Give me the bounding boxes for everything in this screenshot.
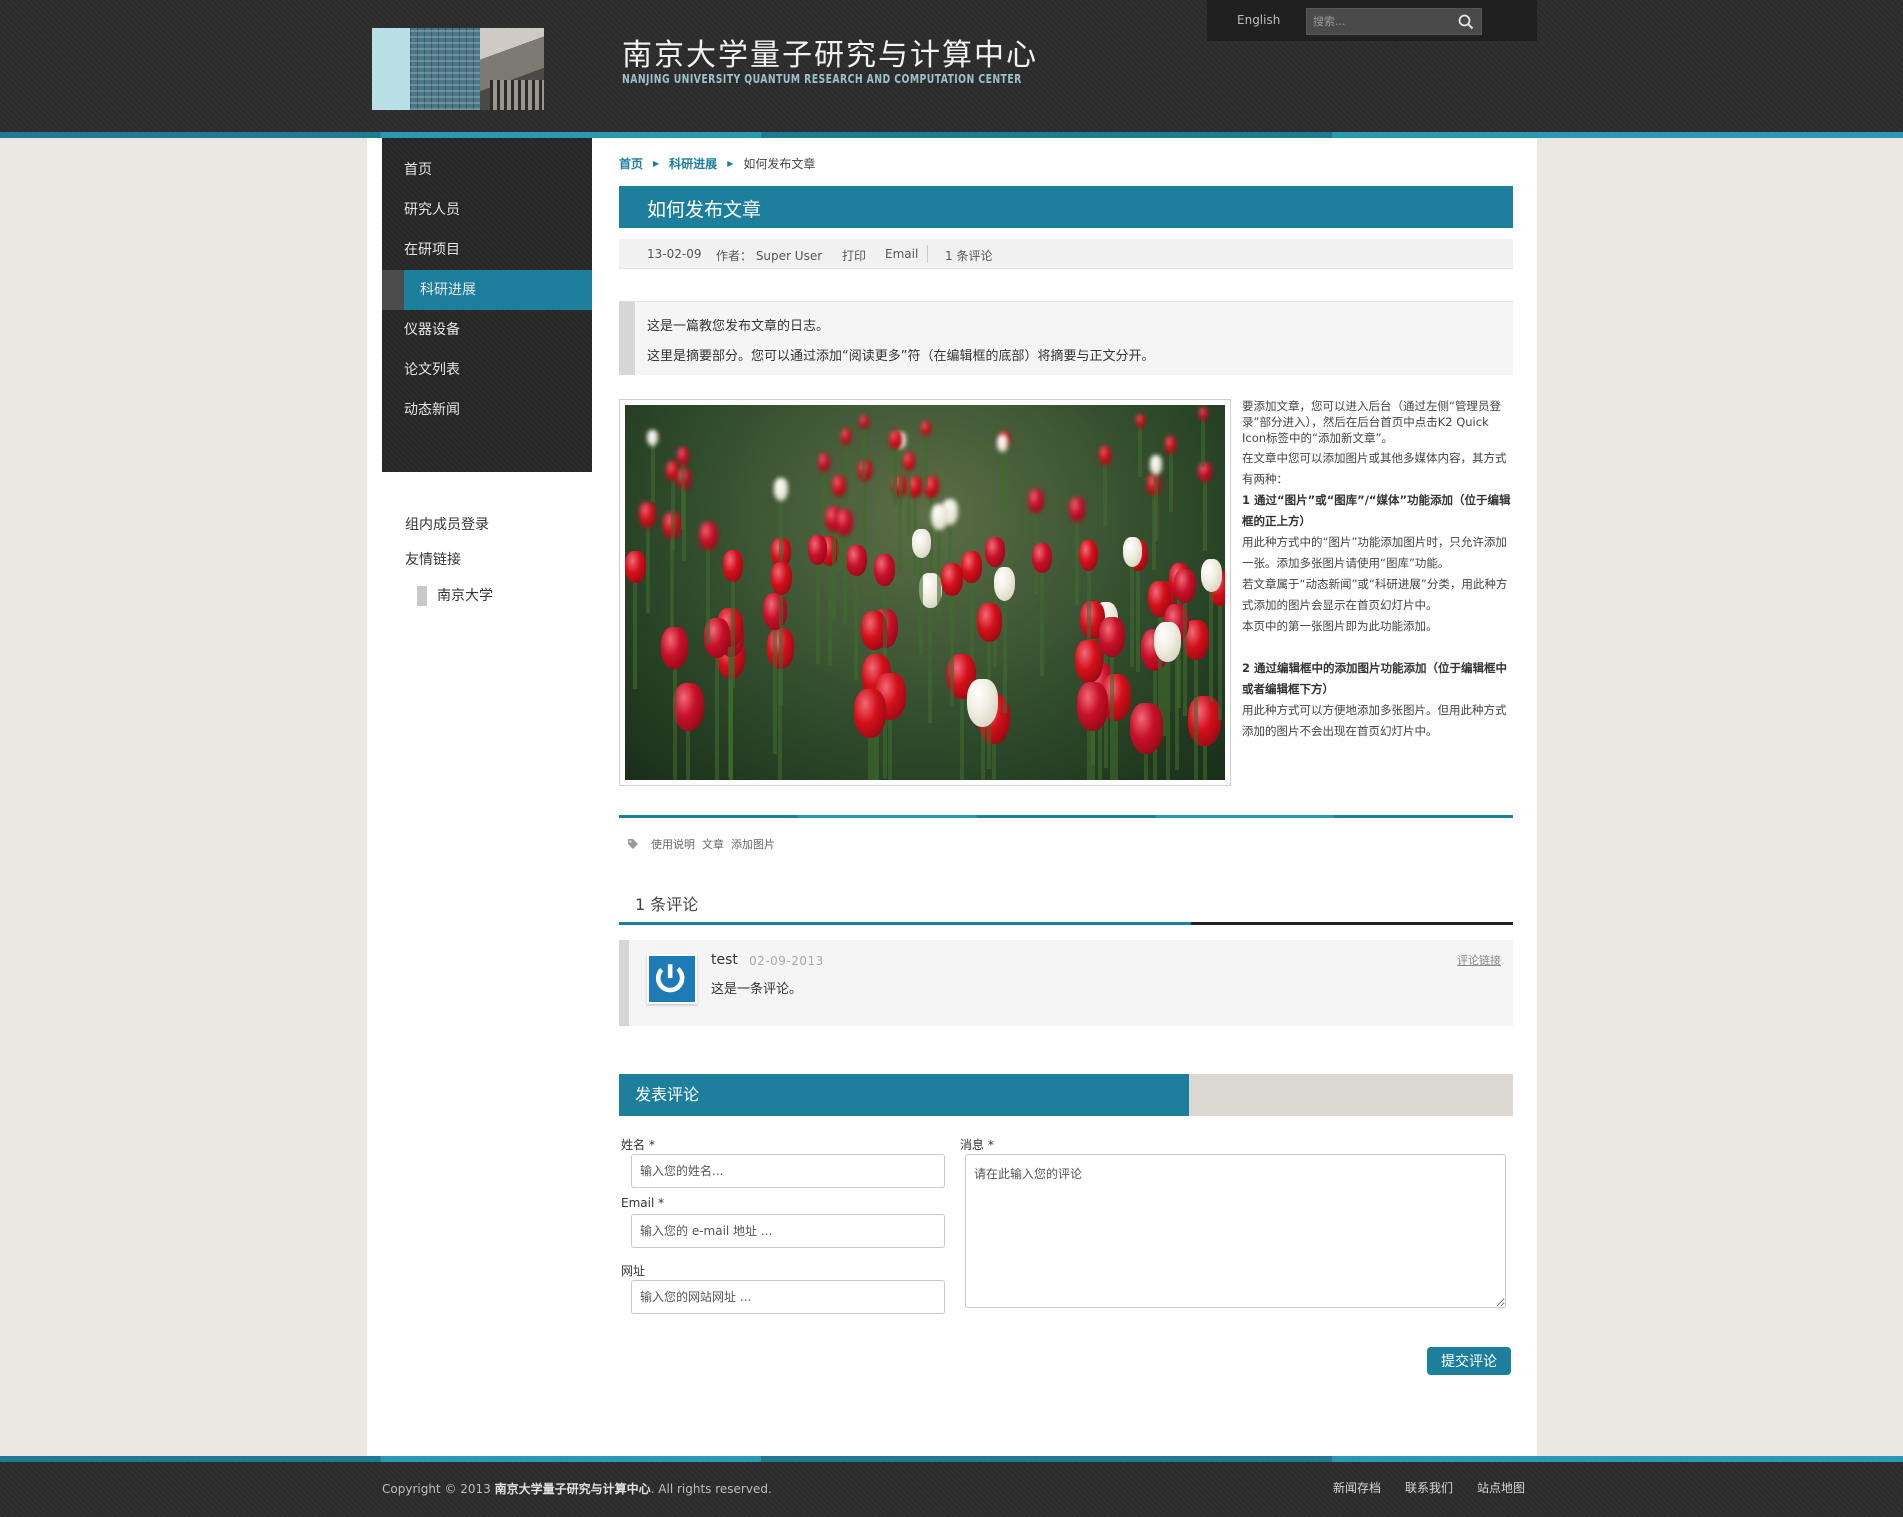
comment-date: 02-09-2013	[749, 954, 824, 968]
comment-form-header: 发表评论	[619, 1074, 1513, 1116]
nav-active-marker	[382, 270, 404, 310]
tulip-photo	[625, 405, 1225, 780]
article-divider	[619, 815, 1513, 818]
site-title[interactable]: 南京大学量子研究与计算中心	[622, 30, 1038, 74]
sidebar-item-papers[interactable]: 论文列表	[382, 350, 592, 390]
footer-link-contact[interactable]: 联系我们	[1405, 1479, 1453, 1496]
avatar	[647, 954, 697, 1004]
comment-form-title: 发表评论	[619, 1074, 1189, 1116]
comment-text: 这是一条评论。	[711, 982, 803, 997]
sidebar-item-equipment[interactable]: 仪器设备	[382, 310, 592, 350]
site-subtitle: NANJING UNIVERSITY QUANTUM RESEARCH AND …	[622, 72, 1022, 86]
friend-links-link[interactable]: 友情链接	[405, 550, 489, 585]
article-body: 要添加文章，您可以进入后台（通过左侧“管理员登录”部分进入），然后在后台首页中点…	[1242, 398, 1514, 742]
footer-link-news-archive[interactable]: 新闻存档	[1333, 1479, 1381, 1496]
message-textarea[interactable]	[965, 1154, 1506, 1308]
comments-heading: 1 条评论	[635, 895, 699, 914]
copyright-prefix: Copyright © 2013	[382, 1482, 491, 1496]
tag-link[interactable]: 使用说明	[651, 836, 695, 852]
comment-permalink[interactable]: 评论链接	[1457, 952, 1501, 968]
breadcrumb-current: 如何发布文章	[743, 157, 816, 171]
tag-link[interactable]: 添加图片	[731, 836, 775, 852]
body-paragraph: 本页中的第一张图片即为此功能添加。	[1242, 619, 1438, 633]
sidebar-nav: 首页 研究人员 在研项目 科研进展 仪器设备 论文列表 动态新闻	[382, 138, 592, 472]
article-tags: 使用说明 文章 添加图片	[627, 836, 775, 852]
sidebar-links: 组内成员登录 友情链接 南京大学	[405, 515, 493, 606]
breadcrumb: 首页 ▶ 科研进展 ▶ 如何发布文章	[619, 155, 815, 172]
article-date: 13-02-09	[647, 247, 702, 261]
breadcrumb-separator-icon: ▶	[727, 159, 734, 168]
article-title: 如何发布文章	[647, 199, 762, 221]
site-footer: Copyright © 2013 南京大学量子研究与计算中心. All righ…	[0, 1462, 1903, 1517]
copyright: Copyright © 2013 南京大学量子研究与计算中心. All righ…	[382, 1480, 772, 1497]
site-logo-image[interactable]	[372, 28, 544, 110]
intro-line-1: 这是一篇教您发布文章的日志。	[647, 319, 830, 334]
article-image-frame[interactable]	[619, 399, 1231, 786]
message-label: 消息 *	[960, 1138, 994, 1152]
email-input[interactable]	[631, 1214, 945, 1248]
power-icon	[655, 963, 685, 993]
sidebar-item-projects[interactable]: 在研项目	[382, 230, 592, 270]
print-link[interactable]: 打印	[842, 247, 866, 264]
tag-link[interactable]: 文章	[702, 836, 724, 852]
url-input[interactable]	[631, 1280, 945, 1314]
submit-comment-button[interactable]: 提交评论	[1427, 1347, 1511, 1375]
nanjing-university-link[interactable]: 南京大学	[417, 585, 493, 606]
comment-author: test	[711, 952, 738, 968]
body-paragraph: 用此种方式中的“图片”功能添加图片时，只允许添加一张。添加多张图片请使用“图库”…	[1242, 535, 1507, 570]
site-header: 南京大学量子研究与计算中心 NANJING UNIVERSITY QUANTUM…	[0, 0, 1903, 132]
body-heading: 2 通过编辑框中的添加图片功能添加（位于编辑框中或者编辑框下方）	[1242, 661, 1508, 696]
comments-count-link[interactable]: 1 条评论	[945, 247, 992, 264]
body-heading: 1 通过“图片”或“图库”/“媒体”功能添加（位于编辑框的正上方）	[1242, 493, 1511, 528]
top-bar: English	[1207, 0, 1537, 41]
intro-line-2: 这里是摘要部分。您可以通过添加“阅读更多”符（在编辑框的底部）将摘要与正文分开。	[647, 349, 1155, 364]
comments-rule	[619, 922, 1513, 925]
body-paragraph: 要添加文章，您可以进入后台（通过左侧“管理员登录”部分进入），然后在后台首页中点…	[1242, 399, 1501, 445]
sidebar-item-research-progress[interactable]: 科研进展	[404, 270, 592, 310]
language-english-link[interactable]: English	[1237, 13, 1280, 27]
name-label: 姓名 *	[621, 1138, 655, 1152]
email-label: Email *	[621, 1196, 665, 1210]
email-link[interactable]: Email	[885, 247, 918, 261]
search-icon[interactable]	[1457, 13, 1475, 31]
article-intro: 这是一篇教您发布文章的日志。 这里是摘要部分。您可以通过添加“阅读更多”符（在编…	[619, 301, 1513, 375]
footer-links: 新闻存档 联系我们 站点地图	[1333, 1479, 1525, 1496]
footer-link-sitemap[interactable]: 站点地图	[1477, 1479, 1525, 1496]
search-box	[1306, 8, 1482, 35]
url-label: 网址	[621, 1264, 646, 1278]
breadcrumb-separator-icon: ▶	[653, 159, 660, 168]
breadcrumb-section[interactable]: 科研进展	[669, 155, 717, 172]
sidebar-item-researchers[interactable]: 研究人员	[382, 190, 592, 230]
article-meta-bar: 13-02-09 作者： Super User 打印 Email 1 条评论	[619, 239, 1513, 269]
comment-item: test 02-09-2013 这是一条评论。 评论链接	[619, 940, 1513, 1026]
body-paragraph: 若文章属于“动态新闻”或“科研进展”分类，用此种方式添加的图片会显示在首页幻灯片…	[1242, 577, 1508, 612]
article-title-bar: 如何发布文章	[619, 186, 1513, 228]
sidebar-item-news[interactable]: 动态新闻	[382, 390, 592, 430]
article-author: 作者： Super User	[716, 249, 823, 263]
meta-divider	[927, 245, 928, 263]
body-paragraph: 用此种方式可以方便地添加多张图片。但用此种方式添加的图片不会出现在首页幻灯片中。	[1242, 703, 1507, 738]
sidebar-item-home[interactable]: 首页	[382, 150, 592, 190]
copyright-name: 南京大学量子研究与计算中心	[494, 1482, 651, 1496]
tag-icon	[628, 839, 638, 849]
search-input[interactable]	[1307, 9, 1447, 34]
member-login-link[interactable]: 组内成员登录	[405, 515, 489, 550]
copyright-suffix: . All rights reserved.	[650, 1482, 772, 1496]
breadcrumb-home[interactable]: 首页	[619, 155, 643, 172]
name-input[interactable]	[631, 1154, 945, 1188]
body-paragraph: 在文章中您可以添加图片或其他多媒体内容，其方式有两种：	[1242, 451, 1507, 486]
